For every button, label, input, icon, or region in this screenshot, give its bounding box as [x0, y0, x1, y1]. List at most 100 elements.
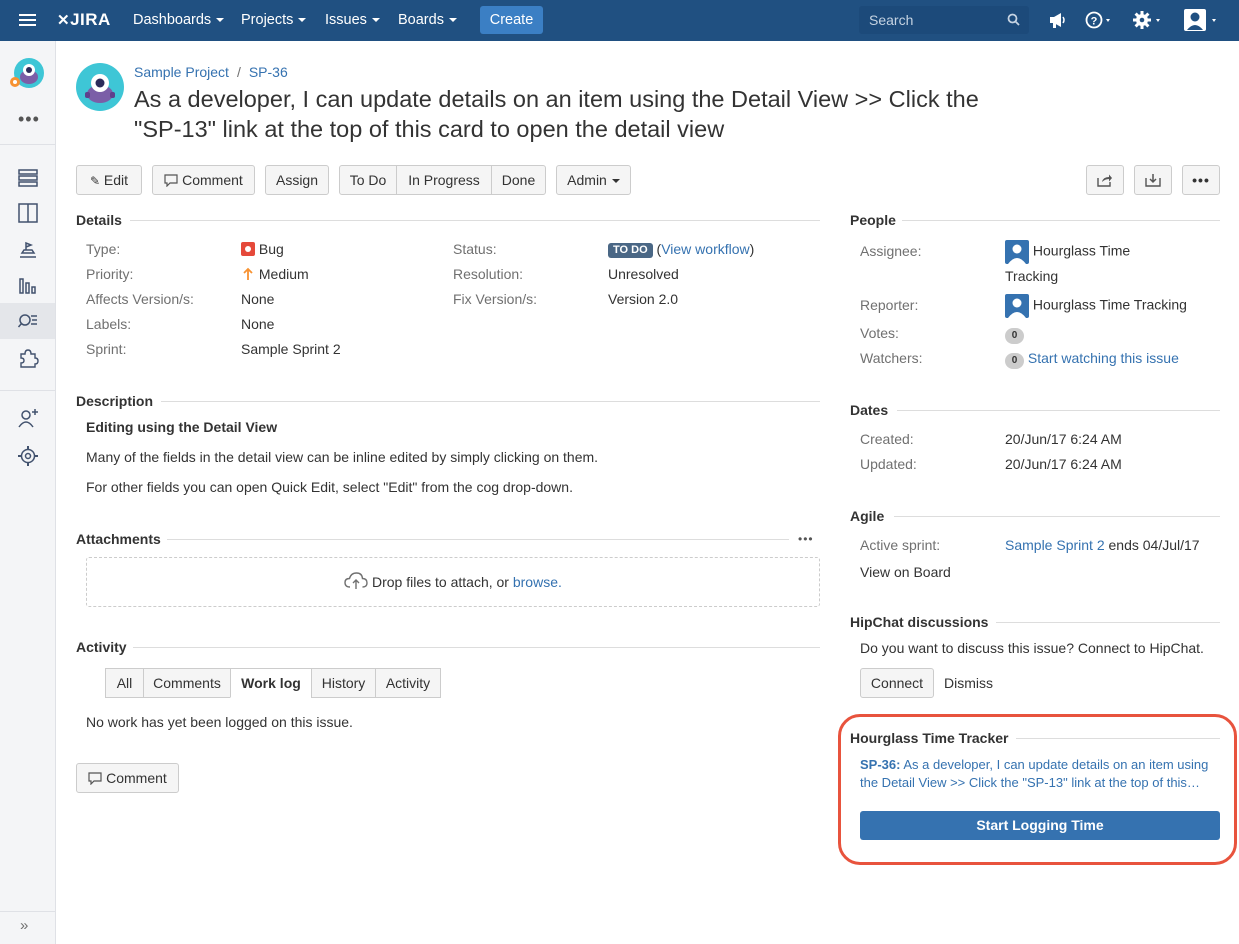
add-comment-button[interactable]: Comment [76, 763, 179, 793]
create-button[interactable]: Create [480, 6, 543, 34]
votes-value[interactable]: 0 [1005, 325, 1024, 344]
affects-versions-value[interactable]: None [241, 291, 274, 307]
description-paragraph-2: For other fields you can open Quick Edit… [86, 479, 573, 495]
issues-search-icon[interactable] [17, 310, 39, 332]
project-avatar-icon[interactable] [8, 56, 46, 94]
nav-boards[interactable]: Boards [398, 0, 457, 41]
nav-projects[interactable]: Projects [241, 0, 307, 41]
transition-todo-button[interactable]: To Do [339, 165, 397, 195]
add-ons-puzzle-icon[interactable] [17, 347, 39, 369]
view-on-board-link[interactable]: View on Board [860, 564, 951, 580]
more-icon: ••• [1192, 172, 1210, 188]
activity-heading: Activity [76, 639, 127, 655]
assignee-value[interactable]: Hourglass Time [1005, 240, 1130, 264]
tab-comments[interactable]: Comments [143, 668, 231, 698]
priority-medium-arrow-icon [243, 267, 253, 280]
reports-icon[interactable] [17, 274, 39, 296]
announcement-icon[interactable] [1048, 0, 1066, 41]
type-value[interactable]: Bug [241, 241, 284, 257]
labels-value[interactable]: None [241, 316, 274, 332]
start-logging-time-button[interactable]: Start Logging Time [860, 811, 1220, 840]
user-avatar-menu[interactable] [1183, 0, 1223, 41]
section-divider [996, 622, 1220, 623]
attachments-more-icon[interactable]: ••• [798, 532, 814, 546]
menu-icon[interactable] [18, 0, 38, 41]
reporter-name: Hourglass Time Tracking [1032, 296, 1187, 313]
help-icon[interactable]: ? [1085, 0, 1115, 41]
work-log-empty-message: No work has yet been logged on this issu… [86, 714, 353, 730]
add-people-icon[interactable] [17, 407, 39, 429]
tab-all[interactable]: All [105, 668, 144, 698]
project-settings-gear-icon[interactable] [17, 445, 39, 467]
browse-link[interactable]: browse. [513, 574, 562, 590]
comment-button[interactable]: Comment [152, 165, 255, 195]
view-workflow-link[interactable]: View workflow [661, 241, 749, 257]
chevron-down-icon [611, 179, 620, 184]
user-avatar-icon [1005, 240, 1029, 264]
jira-logo[interactable]: ✕JIRA [57, 0, 111, 41]
reporter-value[interactable]: Hourglass Time Tracking [1005, 294, 1187, 318]
project-sidebar: ••• » [0, 41, 56, 944]
tab-work-log[interactable]: Work log [230, 668, 312, 698]
breadcrumb-project-link[interactable]: Sample Project [134, 64, 229, 80]
created-label: Created: [860, 431, 914, 447]
votes-label: Votes: [860, 325, 899, 341]
start-watching-link[interactable]: Start watching this issue [1028, 350, 1179, 366]
settings-gear-icon[interactable] [1133, 0, 1165, 41]
section-divider [167, 539, 789, 540]
section-divider [897, 410, 1220, 411]
expand-sidebar-icon[interactable]: » [20, 917, 28, 934]
status-value: TO DO (View workflow) [608, 241, 754, 258]
status-label: Status: [453, 241, 497, 257]
priority-label: Priority: [86, 266, 134, 282]
board-icon[interactable] [17, 202, 39, 224]
assign-button[interactable]: Assign [265, 165, 329, 195]
search-placeholder: Search [869, 12, 914, 28]
export-download-icon [1145, 174, 1161, 187]
hourglass-issue-link[interactable]: SP-36: As a developer, I can update deta… [860, 756, 1208, 792]
attachment-dropzone[interactable]: Drop files to attach, or browse. [86, 557, 820, 607]
hipchat-dismiss-link[interactable]: Dismiss [944, 675, 993, 691]
section-divider [133, 647, 820, 648]
share-button[interactable] [1086, 165, 1124, 195]
tab-history[interactable]: History [311, 668, 376, 698]
section-divider [902, 220, 1220, 221]
type-label: Type: [86, 241, 121, 257]
sprint-value[interactable]: Sample Sprint 2 [241, 341, 341, 357]
people-heading: People [850, 212, 896, 228]
description-heading: Description [76, 393, 154, 409]
fix-versions-label: Fix Version/s: [453, 291, 538, 307]
svg-text:?: ? [1091, 16, 1098, 28]
resolution-value: Unresolved [608, 266, 679, 282]
active-sprint-label: Active sprint: [860, 537, 941, 553]
admin-dropdown-button[interactable]: Admin [556, 165, 631, 195]
chevron-down-icon [216, 18, 225, 23]
issue-summary-title[interactable]: As a developer, I can update details on … [134, 84, 1014, 144]
search-icon [1007, 13, 1020, 26]
sprint-label: Sprint: [86, 341, 127, 357]
status-badge: TO DO [608, 243, 653, 258]
attachments-heading: Attachments [76, 531, 161, 547]
bug-icon [241, 242, 255, 256]
tab-activity[interactable]: Activity [375, 668, 441, 698]
comment-icon [164, 174, 178, 188]
releases-icon[interactable] [17, 238, 39, 260]
nav-issues[interactable]: Issues [325, 0, 380, 41]
more-icon[interactable]: ••• [18, 109, 40, 130]
search-input[interactable]: Search [859, 6, 1029, 34]
nav-dashboards[interactable]: Dashboards [133, 0, 225, 41]
transition-in-progress-button[interactable]: In Progress [396, 165, 492, 195]
hourglass-summary-line2: the Detail View >> Click the "SP-13" lin… [860, 775, 1200, 790]
active-sprint-link[interactable]: Sample Sprint 2 [1005, 537, 1105, 553]
backlog-icon[interactable] [17, 167, 39, 189]
votes-count-badge: 0 [1005, 328, 1024, 344]
hipchat-connect-button[interactable]: Connect [860, 668, 934, 698]
priority-value[interactable]: Medium [241, 266, 309, 282]
edit-button[interactable]: ✎ Edit [76, 165, 142, 195]
fix-version-link[interactable]: Version 2.0 [608, 291, 678, 307]
more-actions-button[interactable]: ••• [1182, 165, 1220, 195]
breadcrumb-separator: / [236, 64, 241, 80]
breadcrumb-issue-key-link[interactable]: SP-36 [249, 64, 288, 80]
transition-done-button[interactable]: Done [491, 165, 546, 195]
export-button[interactable] [1134, 165, 1172, 195]
